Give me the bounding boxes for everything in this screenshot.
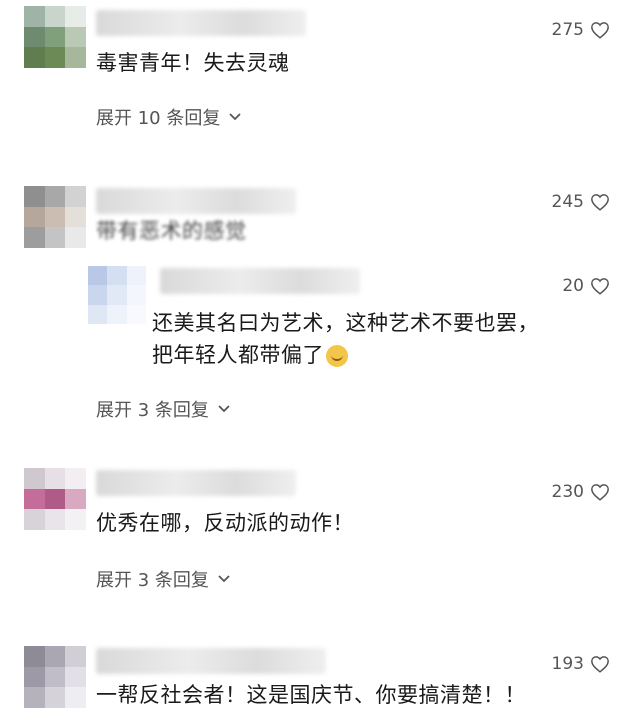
avatar-mosaic-cell <box>65 6 86 27</box>
chevron-down-icon <box>218 405 230 413</box>
avatar-mosaic-cell <box>24 646 45 667</box>
like-count-value: 230 <box>551 482 584 502</box>
avatar-mosaic-cell <box>44 666 66 688</box>
like-count[interactable]: 275 <box>552 20 610 40</box>
avatar-mosaic-cell <box>44 227 66 248</box>
avatar-mosaic-cell <box>65 206 86 228</box>
avatar-mosaic-cell <box>44 646 66 667</box>
avatar-mosaic-cell <box>65 666 86 688</box>
username-blurred[interactable] <box>96 648 326 674</box>
avatar-mosaic-cell <box>44 488 66 510</box>
avatar-mosaic-cell <box>65 488 86 510</box>
comment-text: 优秀在哪，反动派的动作！ <box>96 511 354 535</box>
avatar-mosaic-cell <box>65 26 86 48</box>
avatar-mosaic-cell <box>44 687 66 708</box>
avatar-mosaic-cell <box>107 285 127 305</box>
like-count-value: 20 <box>562 276 584 296</box>
avatar-mosaic-cell <box>24 186 45 207</box>
reply-text-line1: 还美其名曰为艺术，这种艺术不要也罢， <box>152 311 539 335</box>
comment-text: 一帮反社会者！这是国庆节、你要搞清楚！！ <box>96 683 526 707</box>
avatar-mosaic-cell <box>88 304 108 324</box>
heart-icon[interactable] <box>590 483 610 501</box>
avatar-mosaic-cell <box>24 666 45 688</box>
reply-text-line2-content: 把年轻人都带偏了 <box>152 343 324 367</box>
avatar-mosaic-cell <box>24 47 45 68</box>
expand-replies-button[interactable]: 展开 10 条回复 <box>96 104 242 130</box>
expand-replies-label: 展开 3 条回复 <box>96 570 209 591</box>
heart-icon[interactable] <box>590 277 610 295</box>
heart-icon[interactable] <box>590 655 610 673</box>
avatar-mosaic-cell <box>24 227 45 248</box>
avatar-mosaic-cell <box>44 186 66 207</box>
reply-text-line2: 把年轻人都带偏了 <box>152 340 348 370</box>
avatar-mosaic-cell <box>88 266 108 286</box>
laughing-emoji-icon <box>326 345 348 367</box>
reply-like-count[interactable]: 20 <box>562 276 610 296</box>
expand-replies-label: 展开 10 条回复 <box>96 108 221 129</box>
heart-icon[interactable] <box>590 193 610 211</box>
avatar-mosaic-cell <box>44 26 66 48</box>
avatar-mosaic-cell <box>107 266 127 286</box>
avatar-mosaic-cell <box>65 186 86 207</box>
avatar-mosaic-cell <box>24 206 45 228</box>
avatar[interactable] <box>24 646 86 708</box>
comment-text: 毒害青年！失去灵魂 <box>96 51 290 75</box>
avatar-mosaic-cell <box>65 687 86 708</box>
avatar-mosaic-cell <box>24 687 45 708</box>
expand-replies-button[interactable]: 展开 3 条回复 <box>96 396 231 422</box>
chevron-down-icon <box>229 113 241 121</box>
avatar-mosaic-cell <box>107 304 127 324</box>
avatar-mosaic-cell <box>44 6 66 27</box>
avatar-mosaic-cell <box>24 6 45 27</box>
reply-avatar[interactable] <box>88 266 146 324</box>
chevron-down-icon <box>218 575 230 583</box>
like-count-value: 275 <box>551 20 584 40</box>
avatar-mosaic-cell <box>44 47 66 68</box>
like-count-value: 245 <box>551 192 584 212</box>
avatar[interactable] <box>24 468 86 530</box>
avatar-mosaic-cell <box>126 304 146 324</box>
username-blurred[interactable] <box>96 470 296 496</box>
like-count[interactable]: 230 <box>552 482 610 502</box>
avatar-mosaic-cell <box>126 285 146 305</box>
like-count[interactable]: 245 <box>552 192 610 212</box>
expand-replies-label: 展开 3 条回复 <box>96 400 209 421</box>
username-blurred[interactable] <box>96 10 306 36</box>
avatar-mosaic-cell <box>24 488 45 510</box>
avatar-mosaic-cell <box>44 509 66 530</box>
avatar-mosaic-cell <box>24 26 45 48</box>
avatar-mosaic-cell <box>24 468 45 489</box>
avatar[interactable] <box>24 186 86 248</box>
avatar-mosaic-cell <box>126 266 146 286</box>
avatar-mosaic-cell <box>24 509 45 530</box>
username-blurred[interactable] <box>96 188 296 214</box>
avatar[interactable] <box>24 6 86 68</box>
like-count-value: 193 <box>551 654 584 674</box>
avatar-mosaic-cell <box>88 285 108 305</box>
expand-replies-button[interactable]: 展开 3 条回复 <box>96 566 231 592</box>
avatar-mosaic-cell <box>65 646 86 667</box>
avatar-mosaic-cell <box>44 468 66 489</box>
avatar-mosaic-cell <box>65 468 86 489</box>
avatar-mosaic-cell <box>65 509 86 530</box>
heart-icon[interactable] <box>590 21 610 39</box>
like-count[interactable]: 193 <box>552 654 610 674</box>
avatar-mosaic-cell <box>44 206 66 228</box>
reply-username-blurred[interactable] <box>160 268 360 294</box>
avatar-mosaic-cell <box>65 47 86 68</box>
comment-text: 带有恶术的感觉 <box>96 219 247 243</box>
avatar-mosaic-cell <box>65 227 86 248</box>
